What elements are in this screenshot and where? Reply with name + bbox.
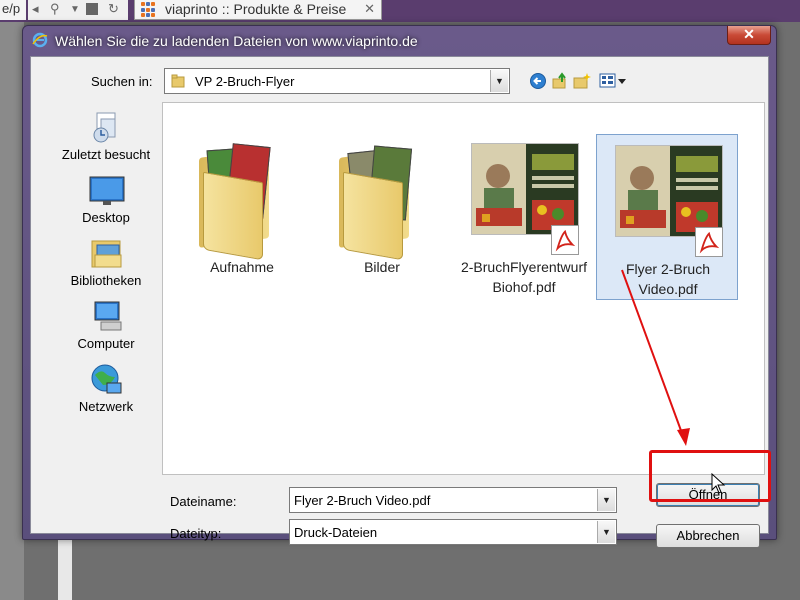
tab-title: viaprinto :: Produkte & Preise [165,1,347,17]
chevron-down-icon[interactable]: ▼ [597,521,615,543]
filetype-label: Dateityp: [170,526,222,541]
place-libraries[interactable]: Bibliotheken [43,235,169,297]
pdf-icon [695,227,723,257]
flyer-preview-image [615,145,723,237]
dialog-title-bar[interactable]: Wählen Sie die zu ladenden Dateien von w… [23,26,776,56]
place-network[interactable]: Netzwerk [43,361,169,423]
place-label-desktop: Desktop [82,210,130,225]
desktop-icon [89,176,125,205]
pdf-icon [551,225,579,255]
tab-close-icon[interactable]: ✕ [364,1,375,17]
search-icon[interactable]: ⚲ [50,1,60,17]
recent-places-icon [93,112,116,143]
close-button[interactable]: ✕ [727,26,771,45]
up-folder-icon[interactable] [551,72,569,90]
internet-explorer-icon [32,32,48,48]
chevron-down-icon[interactable]: ▼ [490,70,508,92]
file-item-folder-aufnahme[interactable]: Aufnahme [171,133,313,299]
file-name: Flyer 2-Bruch Video.pdf [625,261,711,297]
stop-icon[interactable] [86,3,98,15]
look-in-dropdown[interactable]: VP 2-Bruch-Flyer ▼ [164,68,510,94]
libraries-icon [91,240,122,268]
view-menu-icon[interactable] [599,72,627,90]
back-icon[interactable]: ◂ [32,1,39,17]
place-label-recent: Zuletzt besucht [61,147,151,162]
browser-nav-buttons: ◂ ⚲ ▼ ↻ [28,0,128,20]
browser-side-strip [0,22,24,600]
chevron-down-icon[interactable]: ▼ [597,489,615,511]
place-computer[interactable]: Computer [43,298,169,360]
filetype-value: Druck-Dateien [294,525,378,540]
place-recent[interactable]: Zuletzt besucht [43,109,169,171]
browser-scroll-strip [58,540,72,600]
file-name: Bilder [364,259,400,275]
place-label-network: Netzwerk [78,399,134,414]
filetype-select[interactable]: Druck-Dateien ▼ [289,519,617,545]
computer-icon [94,301,122,331]
look-in-label: Suchen in: [91,74,153,89]
network-icon [91,364,122,394]
folder-icon [187,137,297,261]
browser-tab[interactable]: viaprinto :: Produkte & Preise ✕ [134,0,382,20]
pdf-thumbnail [613,139,723,257]
file-item-pdf-biohof[interactable]: 2-BruchFlyerentwurf Biohof.pdf [453,133,595,299]
pdf-thumbnail [469,137,579,255]
address-bar-fragment[interactable]: e/p [0,0,26,20]
file-name: Aufnahme [210,259,274,275]
filename-value: Flyer 2-Bruch Video.pdf [294,493,431,508]
flyer-preview-image [471,143,579,235]
folder-icon [327,137,437,261]
filename-input[interactable]: Flyer 2-Bruch Video.pdf ▼ [289,487,617,513]
dialog-title: Wählen Sie die zu ladenden Dateien von w… [55,33,418,49]
folder-icon [171,74,185,88]
mouse-cursor-icon [711,473,726,494]
filename-label: Dateiname: [170,494,237,509]
dialog-toolbar [529,70,629,92]
place-label-computer: Computer [77,336,135,351]
file-item-folder-bilder[interactable]: Bilder [311,133,453,299]
refresh-icon[interactable]: ↻ [108,1,119,17]
chevron-down-icon[interactable]: ▼ [70,4,80,15]
file-list-view[interactable]: Aufnahme Bilder 2-BruchFlyerentwurf Bioh… [162,102,765,475]
file-item-pdf-video[interactable]: Flyer 2-Bruch Video.pdf [596,134,738,300]
cancel-button[interactable]: Abbrechen [656,524,760,548]
places-bar: Zuletzt besucht Desktop Bibliotheken Com… [43,105,169,445]
place-label-libraries: Bibliotheken [70,273,142,288]
viaprinto-favicon-icon [141,2,157,18]
back-arrow-icon[interactable] [529,72,547,90]
file-name: 2-BruchFlyerentwurf Biohof.pdf [460,259,588,295]
new-folder-icon[interactable] [573,72,591,90]
place-desktop[interactable]: Desktop [43,172,169,234]
look-in-value: VP 2-Bruch-Flyer [195,74,295,89]
